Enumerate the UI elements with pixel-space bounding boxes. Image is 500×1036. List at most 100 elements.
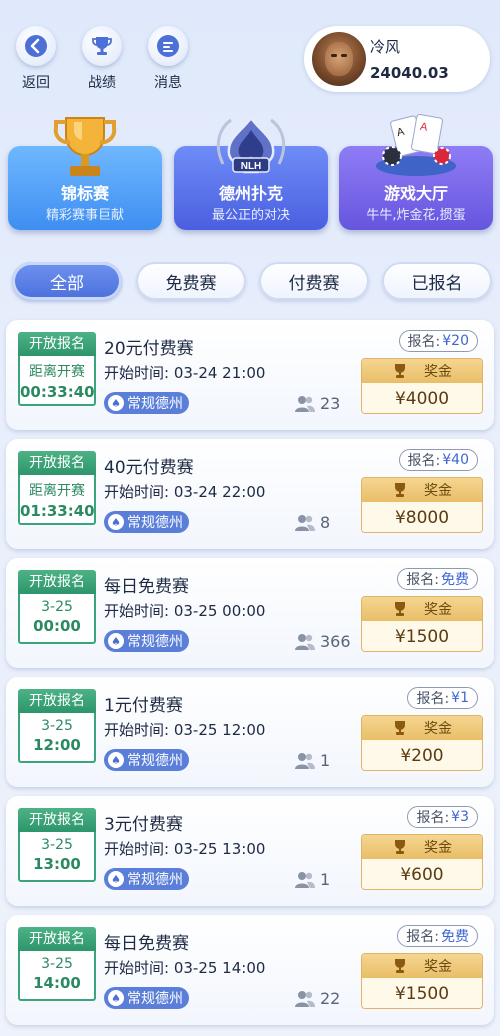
tournament-card[interactable]: 开放报名 3-25 12:00 1元付费赛 开始时间: 03-25 12:00 … bbox=[6, 677, 494, 787]
spade-icon: ♠ bbox=[108, 871, 124, 887]
countdown-label: 距离开赛 bbox=[29, 364, 85, 380]
prize-box[interactable]: 奖金 ¥4000 bbox=[361, 358, 483, 414]
countdown-label: 距离开赛 bbox=[29, 483, 85, 499]
tab-free[interactable]: 免费赛 bbox=[136, 262, 246, 300]
prize-header: 奖金 bbox=[362, 835, 482, 859]
tab-paid[interactable]: 付费赛 bbox=[259, 262, 369, 300]
category-texas-holdem[interactable]: NLH 德州扑克 最公正的对决 bbox=[174, 115, 328, 230]
user-profile[interactable]: 冷风 24040.03 bbox=[304, 26, 490, 92]
entry-fee-label: 报名: bbox=[416, 691, 450, 707]
countdown-box: 距离开赛 00:33:40 bbox=[18, 356, 96, 406]
player-count: 22 bbox=[294, 989, 340, 1008]
prize-box[interactable]: 奖金 ¥8000 bbox=[361, 477, 483, 533]
record-button[interactable]: 战绩 bbox=[80, 26, 124, 92]
game-type-label: 常规德州 bbox=[127, 753, 183, 769]
tab-registered[interactable]: 已报名 bbox=[382, 262, 492, 300]
entry-fee-label: 报名: bbox=[406, 929, 439, 945]
countdown-label: 3-25 bbox=[41, 599, 73, 615]
medal-icon bbox=[395, 364, 405, 378]
tournament-card[interactable]: 开放报名 距离开赛 01:33:40 40元付费赛 开始时间: 03-24 22… bbox=[6, 439, 494, 549]
prize-box[interactable]: 奖金 ¥1500 bbox=[361, 596, 483, 652]
start-time: 开始时间: 03-25 12:00 bbox=[104, 721, 266, 739]
prize-box[interactable]: 奖金 ¥1500 bbox=[361, 953, 483, 1009]
prize-value: ¥1500 bbox=[362, 621, 482, 651]
countdown-box: 3-25 12:00 bbox=[18, 713, 96, 763]
user-name: 冷风 bbox=[370, 38, 401, 56]
player-count-value: 8 bbox=[320, 513, 331, 532]
countdown-value: 00:33:40 bbox=[20, 383, 95, 401]
prize-box[interactable]: 奖金 ¥200 bbox=[361, 715, 483, 771]
status-badge: 开放报名 bbox=[18, 332, 96, 356]
start-time: 开始时间: 03-25 13:00 bbox=[104, 840, 266, 858]
category-game-lobby[interactable]: A A 游戏大厅 牛牛,炸金花,掼蛋 bbox=[339, 113, 493, 230]
tournament-card[interactable]: 开放报名 3-25 13:00 3元付费赛 开始时间: 03-25 13:00 … bbox=[6, 796, 494, 906]
player-count: 366 bbox=[294, 632, 351, 651]
game-type-label: 常规德州 bbox=[127, 634, 183, 650]
entry-fee-badge: 报名: ¥20 bbox=[398, 330, 478, 352]
category-title: 锦标赛 bbox=[60, 184, 109, 203]
prize-value: ¥4000 bbox=[362, 383, 482, 413]
trophy-icon bbox=[82, 26, 122, 66]
spade-icon: ♠ bbox=[108, 752, 124, 768]
prize-value: ¥600 bbox=[362, 859, 482, 889]
medal-icon bbox=[395, 840, 405, 854]
spade-icon: ♠ bbox=[108, 990, 124, 1006]
prize-box[interactable]: 奖金 ¥600 bbox=[361, 834, 483, 890]
category-subtitle: 最公正的对决 bbox=[211, 208, 290, 223]
message-label: 消息 bbox=[154, 75, 182, 91]
countdown-label: 3-25 bbox=[41, 956, 73, 972]
player-count-value: 23 bbox=[320, 394, 341, 413]
users-icon bbox=[295, 990, 315, 1007]
prize-value: ¥200 bbox=[362, 740, 482, 770]
start-time: 开始时间: 03-25 14:00 bbox=[104, 959, 266, 977]
game-type-label: 常规德州 bbox=[127, 872, 183, 888]
tournament-title: 3元付费赛 bbox=[104, 815, 183, 835]
category-title: 德州扑克 bbox=[218, 184, 283, 203]
user-coins: 24040.03 bbox=[370, 64, 449, 82]
tournament-card[interactable]: 开放报名 3-25 14:00 每日免费赛 开始时间: 03-25 14:00 … bbox=[6, 915, 494, 1025]
start-time: 开始时间: 03-24 22:00 bbox=[104, 483, 266, 501]
status-badge: 开放报名 bbox=[18, 927, 96, 951]
player-count-value: 1 bbox=[320, 870, 331, 889]
status-badge: 开放报名 bbox=[18, 808, 96, 832]
prize-value: ¥8000 bbox=[362, 502, 482, 532]
tab-all[interactable]: 全部 bbox=[12, 262, 122, 300]
message-button[interactable]: 消息 bbox=[146, 26, 190, 92]
tournament-card[interactable]: 开放报名 3-25 00:00 每日免费赛 开始时间: 03-25 00:00 … bbox=[6, 558, 494, 668]
playing-cards-icon: A A bbox=[376, 113, 456, 176]
spade-icon: ♠ bbox=[108, 633, 124, 649]
back-label: 返回 bbox=[22, 75, 50, 91]
users-icon bbox=[295, 633, 315, 650]
prize-header: 奖金 bbox=[362, 597, 482, 621]
countdown-value: 13:00 bbox=[33, 855, 81, 873]
gold-trophy-icon bbox=[53, 117, 117, 176]
entry-fee-value: ¥1 bbox=[451, 690, 469, 706]
countdown-box: 3-25 14:00 bbox=[18, 951, 96, 1001]
prize-value: ¥1500 bbox=[362, 978, 482, 1008]
entry-fee-value: 免费 bbox=[441, 572, 469, 588]
game-type-badge: ♠ 常规德州 bbox=[104, 630, 189, 652]
back-button[interactable]: 返回 bbox=[14, 26, 58, 92]
entry-fee-badge: 报名: ¥40 bbox=[398, 449, 478, 471]
start-time: 开始时间: 03-25 00:00 bbox=[104, 602, 266, 620]
player-count: 8 bbox=[294, 513, 330, 532]
prize-label: 奖金 bbox=[424, 602, 452, 618]
game-type-badge: ♠ 常规德州 bbox=[104, 868, 189, 890]
start-time: 开始时间: 03-24 21:00 bbox=[104, 364, 266, 382]
category-tournament[interactable]: 锦标赛 精彩赛事巨献 bbox=[8, 117, 162, 230]
users-icon bbox=[295, 752, 315, 769]
countdown-label: 3-25 bbox=[41, 718, 73, 734]
countdown-box: 3-25 13:00 bbox=[18, 832, 96, 882]
game-type-badge: ♠ 常规德州 bbox=[104, 511, 189, 533]
tournament-title: 1元付费赛 bbox=[104, 696, 183, 716]
medal-icon bbox=[395, 959, 405, 973]
nlh-spade-icon: NLH bbox=[216, 115, 286, 174]
prize-label: 奖金 bbox=[424, 483, 452, 499]
tournament-title: 每日免费赛 bbox=[104, 934, 189, 954]
prize-header: 奖金 bbox=[362, 716, 482, 740]
tournament-card[interactable]: 开放报名 距离开赛 00:33:40 20元付费赛 开始时间: 03-24 21… bbox=[6, 320, 494, 430]
game-type-label: 常规德州 bbox=[127, 396, 183, 412]
player-count: 23 bbox=[294, 394, 340, 413]
spade-icon: ♠ bbox=[108, 395, 124, 411]
game-type-label: 常规德州 bbox=[127, 991, 183, 1007]
